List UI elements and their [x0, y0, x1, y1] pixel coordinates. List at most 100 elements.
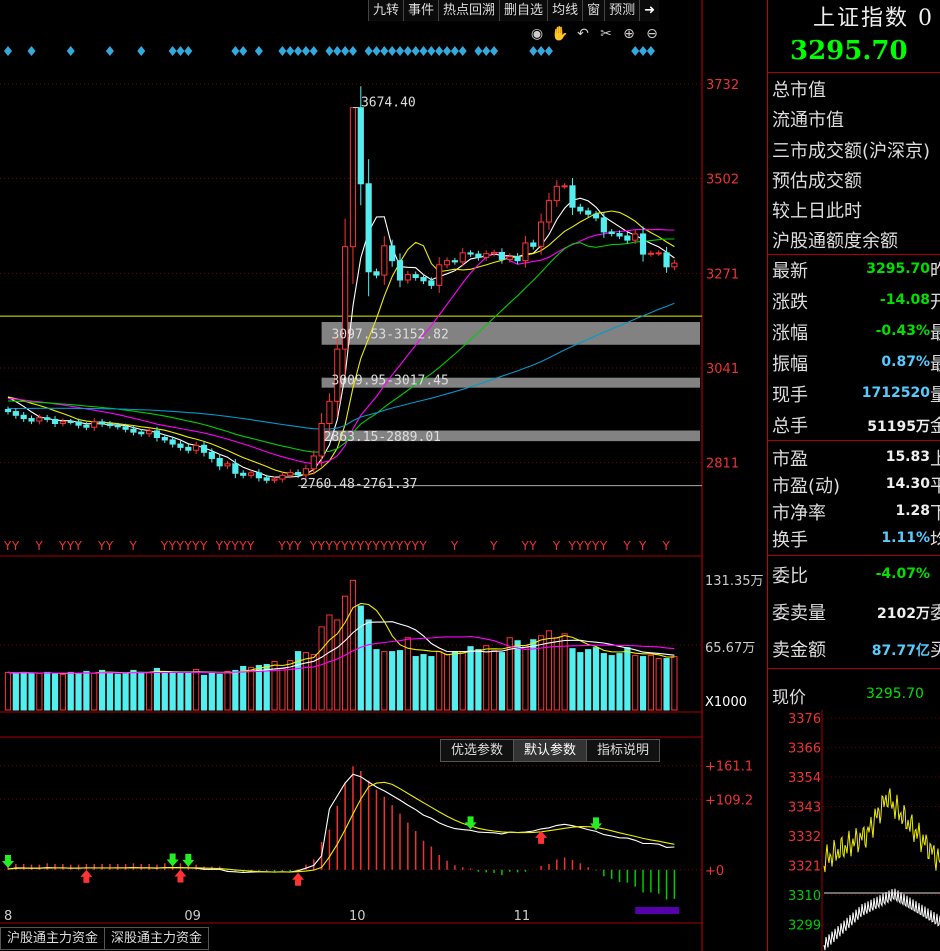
valuation-label: 换手: [772, 530, 808, 551]
volume-bar: [12, 672, 19, 711]
now-price-value: 3295.70: [866, 686, 924, 702]
signal-y-marker: Y: [450, 539, 459, 553]
volume-bar: [28, 672, 35, 711]
quote-row: 涨跌 -14.08 开: [772, 288, 940, 313]
eye-icon[interactable]: ◉: [528, 25, 546, 43]
candle-body: [506, 256, 513, 260]
tab-sh-connect-flow[interactable]: 沪股通主力资金: [0, 927, 106, 950]
candle-body: [443, 260, 451, 266]
toolbar-events-button[interactable]: 事件: [403, 0, 439, 21]
mini-tick-label: 3310: [788, 889, 821, 904]
volume-bar: [475, 649, 482, 711]
candle-body: [177, 443, 184, 448]
signal-y-marker: Y: [128, 539, 137, 553]
exit-icon[interactable]: ➜: [639, 0, 660, 21]
order-label: 委卖量: [772, 603, 826, 624]
signal-y-marker: Y: [371, 539, 380, 553]
default-params-button[interactable]: 默认参数: [513, 739, 588, 762]
time-axis-label: 09: [184, 909, 201, 924]
volume-bar: [608, 655, 615, 711]
quote-label: 最新: [772, 261, 808, 282]
candle-body: [585, 210, 592, 215]
static-row: 较上日此时: [772, 201, 862, 222]
candle-body: [44, 417, 51, 420]
order-tail: 委: [930, 603, 940, 624]
volume-bar: [342, 595, 349, 711]
toolbar-forecast-button[interactable]: 预测: [604, 0, 640, 21]
candle-body: [639, 233, 647, 255]
candle-body: [647, 252, 654, 255]
candle-body: [522, 242, 529, 262]
price-annotation: 3097.53-3152.82: [331, 327, 448, 342]
macd-tick-label: +0: [705, 864, 724, 879]
candle-body: [224, 463, 231, 467]
chart-controls: ◉ ✋ ↶ ✂ ⊕ ⊖: [528, 25, 661, 43]
volume-tick-label: 65.67万: [705, 641, 755, 656]
volume-bar: [381, 651, 388, 711]
zoom-out-icon[interactable]: ⊖: [643, 25, 661, 43]
candle-body: [498, 251, 506, 260]
scissors-icon[interactable]: ✂: [597, 25, 615, 43]
stock-chart[interactable]: 3732 3502 3271 3041 2811 3674.40 3097.53-3152.…: [0, 0, 767, 951]
now-price-label: 现价: [772, 688, 806, 708]
volume-bar: [577, 652, 584, 711]
quote-label: 振幅: [772, 354, 808, 375]
candle-body: [51, 418, 59, 425]
volume-bar: [357, 605, 364, 711]
volume-bar: [83, 670, 90, 711]
candle-body: [632, 233, 639, 241]
quote-label: 涨跌: [772, 292, 808, 313]
volume-bar: [287, 660, 294, 711]
signal-y-marker: Y: [215, 539, 224, 553]
volume-bar: [310, 654, 317, 711]
undo-icon[interactable]: ↶: [574, 25, 592, 43]
candle-body: [91, 421, 98, 428]
candle-body: [232, 463, 239, 474]
signal-y-marker: Y: [3, 539, 12, 553]
hand-icon[interactable]: ✋: [551, 25, 569, 43]
volume-bar: [232, 669, 239, 711]
volume-bar: [553, 637, 560, 711]
toolbar-ma-button[interactable]: 均线: [547, 0, 583, 21]
toolbar-jiuzhuan-button[interactable]: 九转: [368, 0, 404, 21]
volume-bar: [200, 674, 208, 711]
toolbar-hotspot-button[interactable]: 热点回溯: [438, 0, 500, 21]
mini-price-line: [823, 888, 940, 951]
candle-body: [569, 185, 576, 208]
zoom-in-icon[interactable]: ⊕: [620, 25, 638, 43]
toolbar-remove-watchlist-button[interactable]: 删自选: [499, 0, 548, 21]
volume-bar: [161, 672, 168, 711]
static-row: 预估成交额: [772, 171, 862, 192]
volume-bar: [240, 665, 247, 711]
volume-bar: [302, 652, 310, 711]
optimal-params-button[interactable]: 优选参数: [440, 739, 515, 762]
volume-bar: [655, 658, 662, 711]
tab-sz-connect-flow[interactable]: 深股通主力资金: [104, 927, 210, 950]
volume-bar: [67, 671, 74, 711]
volume-bar: [98, 669, 106, 711]
candle-body: [83, 424, 90, 428]
volume-bar: [443, 654, 451, 711]
candle-body: [373, 271, 380, 276]
candle-body: [294, 471, 302, 476]
quote-row: 涨幅 -0.43% 最: [772, 319, 940, 344]
volume-bar: [153, 667, 161, 711]
time-axis-label: 11: [514, 909, 531, 924]
chart-toolbar: 九转 事件 热点回溯 删自选 均线 窗 预测 ➜: [368, 0, 660, 22]
candle-body: [577, 206, 584, 212]
candle-body: [122, 426, 129, 430]
toolbar-window-button[interactable]: 窗: [582, 0, 605, 21]
mini-tick-label: 3376: [788, 712, 821, 727]
candle-body: [59, 420, 66, 425]
signal-y-marker: Y: [309, 539, 318, 553]
valuation-value: 15.83: [885, 449, 930, 465]
candle-body: [600, 217, 607, 233]
valuation-label: 市盈: [772, 449, 808, 470]
candle-body: [592, 213, 600, 219]
signal-y-marker: Y: [364, 539, 373, 553]
price-tick-label: 3041: [706, 362, 739, 377]
mini-tick-label: 3343: [788, 801, 821, 816]
indicator-help-button[interactable]: 指标说明: [586, 739, 661, 762]
candle-body: [349, 107, 357, 248]
volume-bar: [51, 672, 59, 711]
